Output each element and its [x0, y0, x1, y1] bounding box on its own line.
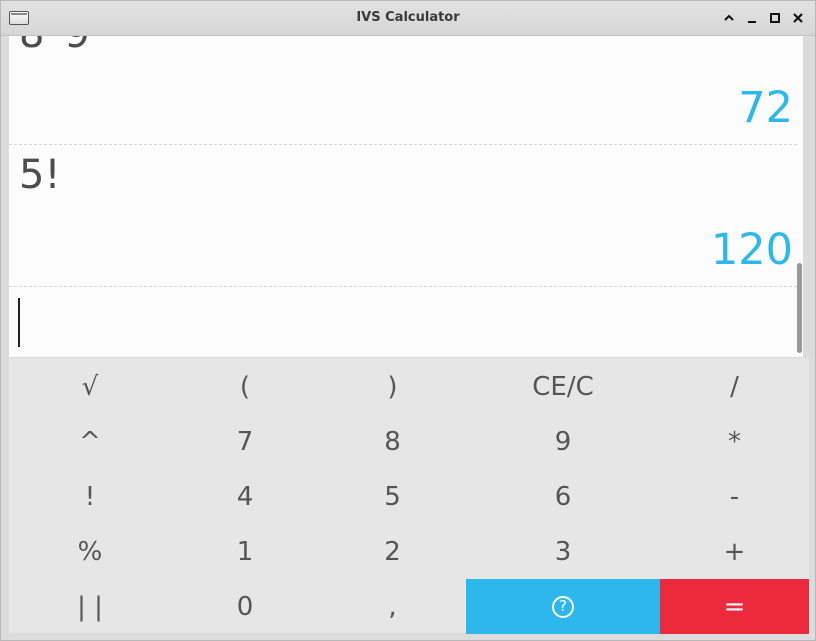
chevron-up-icon[interactable]: [720, 8, 738, 28]
history-expression: 5!: [19, 152, 61, 198]
digit-9-button[interactable]: 9: [466, 414, 660, 469]
history-expression: 8*9: [19, 36, 90, 54]
title-bar[interactable]: IVS Calculator: [1, 1, 815, 36]
text-caret: [18, 298, 20, 347]
help-circle-icon: ?: [552, 595, 574, 618]
history-entry: 5! 120: [9, 145, 797, 287]
subtract-button[interactable]: -: [660, 469, 809, 524]
help-icon-glyph: ?: [559, 597, 567, 615]
history-entry: 8*9 72: [9, 36, 797, 145]
maximize-icon[interactable]: [766, 8, 784, 28]
add-button[interactable]: +: [660, 524, 809, 579]
multiply-button[interactable]: *: [660, 414, 809, 469]
calculator-window: IVS Calculator 8*9 72 5! 120 √: [0, 0, 816, 641]
digit-6-button[interactable]: 6: [466, 469, 660, 524]
digit-3-button[interactable]: 3: [466, 524, 660, 579]
history-result: 120: [710, 225, 793, 275]
absolute-value-button[interactable]: | |: [9, 579, 171, 634]
digit-1-button[interactable]: 1: [171, 524, 319, 579]
decimal-comma-button[interactable]: ,: [319, 579, 466, 634]
help-button[interactable]: ?: [466, 579, 660, 634]
open-paren-button[interactable]: (: [171, 359, 319, 414]
calculator-display[interactable]: 8*9 72 5! 120: [9, 36, 803, 357]
close-icon[interactable]: [789, 8, 807, 28]
digit-5-button[interactable]: 5: [319, 469, 466, 524]
equals-button[interactable]: =: [660, 579, 809, 634]
minimize-icon[interactable]: [743, 8, 761, 28]
factorial-button[interactable]: !: [9, 469, 171, 524]
sqrt-button[interactable]: √: [9, 359, 171, 414]
expression-input[interactable]: [9, 288, 797, 357]
digit-4-button[interactable]: 4: [171, 469, 319, 524]
digit-2-button[interactable]: 2: [319, 524, 466, 579]
keypad: √ ( ) CE/C / ^ 7 8 9 * ! 4 5 6 - % 1 2 3…: [9, 358, 809, 634]
modulo-button[interactable]: %: [9, 524, 171, 579]
divide-button[interactable]: /: [660, 359, 809, 414]
digit-0-button[interactable]: 0: [171, 579, 319, 634]
window-title: IVS Calculator: [356, 10, 460, 25]
clear-button[interactable]: CE/C: [466, 359, 660, 414]
history-result: 72: [738, 83, 793, 133]
scrollbar-thumb[interactable]: [797, 263, 802, 353]
digit-8-button[interactable]: 8: [319, 414, 466, 469]
digit-7-button[interactable]: 7: [171, 414, 319, 469]
close-paren-button[interactable]: ): [319, 359, 466, 414]
power-button[interactable]: ^: [9, 414, 171, 469]
